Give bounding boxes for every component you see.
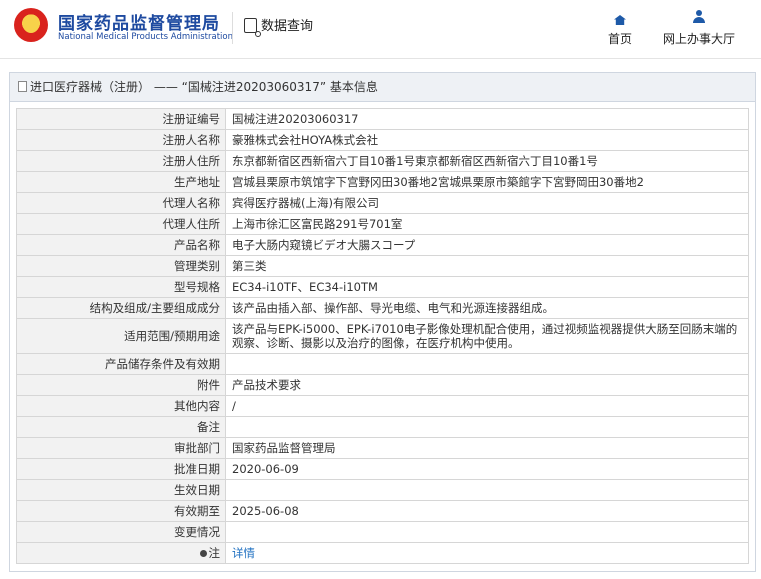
national-emblem-icon[interactable] xyxy=(14,8,48,42)
data-query-link[interactable]: 数据查询 xyxy=(244,15,314,37)
table-row: 型号规格 EC34-i10TF、EC34-i10TM xyxy=(16,276,749,298)
field-value xyxy=(225,416,749,438)
pin-icon xyxy=(199,550,207,557)
field-label: 注册人名称 xyxy=(16,129,226,151)
info-table: 注册证编号 国械注进20203060317 注册人名称 豪雅株式会社HOYA株式会社注… xyxy=(16,108,749,564)
field-label: 适用范围/预期用途 xyxy=(16,318,226,354)
table-row: 备注 xyxy=(16,416,749,438)
basic-info-panel: 进口医疗器械（注册） —— “国械注进20203060317” 基本信息 注册证… xyxy=(9,72,756,572)
field-value: 2025-06-08 xyxy=(225,500,749,522)
nav-online-service-hall[interactable]: 网上办事大厅 xyxy=(657,10,741,47)
field-label: 生产地址 xyxy=(16,171,226,193)
table-row: 产品名称 电子大肠内窥镜ビデオ大腸スコープ xyxy=(16,234,749,256)
field-value: 宫城县栗原市筑馆字下宫野冈田30番地2宮城県栗原市築館字下宮野岡田30番地2 xyxy=(225,171,749,193)
header-bottom-line xyxy=(0,58,761,59)
field-label: 有效期至 xyxy=(16,500,226,522)
field-label: 注册证编号 xyxy=(16,108,226,130)
field-label: 代理人住所 xyxy=(16,213,226,235)
field-value xyxy=(225,353,749,375)
table-row: 代理人名称 宾得医疗器械(上海)有限公司 xyxy=(16,192,749,214)
table-row: 附件 产品技术要求 xyxy=(16,374,749,396)
table-row: 代理人住所 上海市徐汇区富民路291号701室 xyxy=(16,213,749,235)
table-row: 生产地址 宫城县栗原市筑馆字下宫野冈田30番地2宮城県栗原市築館字下宮野岡田30番… xyxy=(16,171,749,193)
field-value: 产品技术要求 xyxy=(225,374,749,396)
field-label: 生效日期 xyxy=(16,479,226,501)
panel-title: 进口医疗器械（注册） —— “国械注进20203060317” 基本信息 xyxy=(30,80,378,94)
field-value: 电子大肠内窥镜ビデオ大腸スコープ xyxy=(225,234,749,256)
field-value: / xyxy=(225,395,749,417)
field-value: 国家药品监督管理局 xyxy=(225,437,749,459)
search-document-icon xyxy=(244,18,261,37)
table-row: 产品储存条件及有效期 xyxy=(16,353,749,375)
table-row: 适用范围/预期用途 该产品与EPK-i5000、EPK-i7010电子影像处理机配… xyxy=(16,318,749,354)
field-value: 东京都新宿区西新宿六丁目10番1号東京都新宿区西新宿六丁目10番1号 xyxy=(225,150,749,172)
field-value: EC34-i10TF、EC34-i10TM xyxy=(225,276,749,298)
document-icon xyxy=(18,81,27,92)
table-row: 批准日期 2020-06-09 xyxy=(16,458,749,480)
panel-title-bar: 进口医疗器械（注册） —— “国械注进20203060317” 基本信息 xyxy=(10,73,755,102)
field-value: 第三类 xyxy=(225,255,749,277)
table-row: 注册人住所 东京都新宿区西新宿六丁目10番1号東京都新宿区西新宿六丁目10番1号 xyxy=(16,150,749,172)
field-value xyxy=(225,479,749,501)
field-label: 注 xyxy=(16,542,226,564)
table-row: 有效期至 2025-06-08 xyxy=(16,500,749,522)
field-value: 该产品与EPK-i5000、EPK-i7010电子影像处理机配合使用，通过视频监… xyxy=(225,318,749,354)
table-row: 审批部门 国家药品监督管理局 xyxy=(16,437,749,459)
logo-title-cn[interactable]: 国家药品监督管理局 xyxy=(58,9,220,34)
nav-home[interactable]: 首页 xyxy=(602,10,638,47)
table-row: 注详情 xyxy=(16,542,749,564)
site-header: 国家药品监督管理局 National Medical Products Admi… xyxy=(0,0,761,58)
field-value: 详情 xyxy=(225,542,749,564)
header-divider xyxy=(232,12,233,44)
field-label: 代理人名称 xyxy=(16,192,226,214)
field-label: 管理类别 xyxy=(16,255,226,277)
field-value: 2020-06-09 xyxy=(225,458,749,480)
table-row: 其他内容 / xyxy=(16,395,749,417)
logo-title-en[interactable]: National Medical Products Administration xyxy=(58,32,233,42)
data-query-label: 数据查询 xyxy=(261,19,314,34)
table-row: 结构及组成/主要组成成分 该产品由插入部、操作部、导光电缆、电气和光源连接器组成。 xyxy=(16,297,749,319)
field-label: 产品储存条件及有效期 xyxy=(16,353,226,375)
nav-home-label: 首页 xyxy=(607,32,632,46)
field-value: 豪雅株式会社HOYA株式会社 xyxy=(225,129,749,151)
field-label: 结构及组成/主要组成成分 xyxy=(16,297,226,319)
field-label-text: 注 xyxy=(208,546,221,560)
table-row: 注册人名称 豪雅株式会社HOYA株式会社 xyxy=(16,129,749,151)
field-label: 其他内容 xyxy=(16,395,226,417)
field-value: 国械注进20203060317 xyxy=(225,108,749,130)
field-value: 该产品由插入部、操作部、导光电缆、电气和光源连接器组成。 xyxy=(225,297,749,319)
field-label: 审批部门 xyxy=(16,437,226,459)
person-icon xyxy=(657,10,741,26)
field-label: 注册人住所 xyxy=(16,150,226,172)
field-label: 批准日期 xyxy=(16,458,226,480)
field-value xyxy=(225,521,749,543)
field-label: 型号规格 xyxy=(16,276,226,298)
field-value: 上海市徐汇区富民路291号701室 xyxy=(225,213,749,235)
field-label: 备注 xyxy=(16,416,226,438)
field-value: 宾得医疗器械(上海)有限公司 xyxy=(225,192,749,214)
field-label: 变更情况 xyxy=(16,521,226,543)
table-row: 注册证编号 国械注进20203060317 xyxy=(16,108,749,130)
field-label: 附件 xyxy=(16,374,226,396)
table-row: 管理类别 第三类 xyxy=(16,255,749,277)
home-icon xyxy=(602,10,638,26)
table-row: 生效日期 xyxy=(16,479,749,501)
details-link[interactable]: 详情 xyxy=(232,546,255,560)
nav-online-service-label: 网上办事大厅 xyxy=(662,32,735,46)
field-label: 产品名称 xyxy=(16,234,226,256)
table-row: 变更情况 xyxy=(16,521,749,543)
